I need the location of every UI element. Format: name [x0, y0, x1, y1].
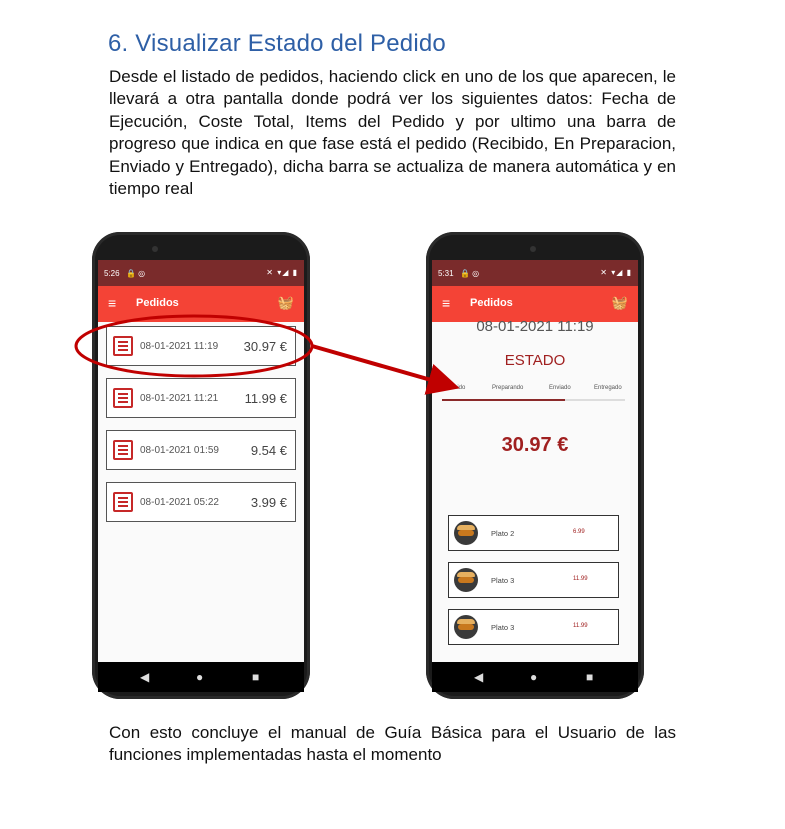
- callout-overlay: [74, 314, 460, 395]
- closing-paragraph: Con esto concluye el manual de Guía Bási…: [109, 723, 676, 765]
- arrow-line: [311, 344, 460, 395]
- highlight-ellipse: [74, 314, 314, 378]
